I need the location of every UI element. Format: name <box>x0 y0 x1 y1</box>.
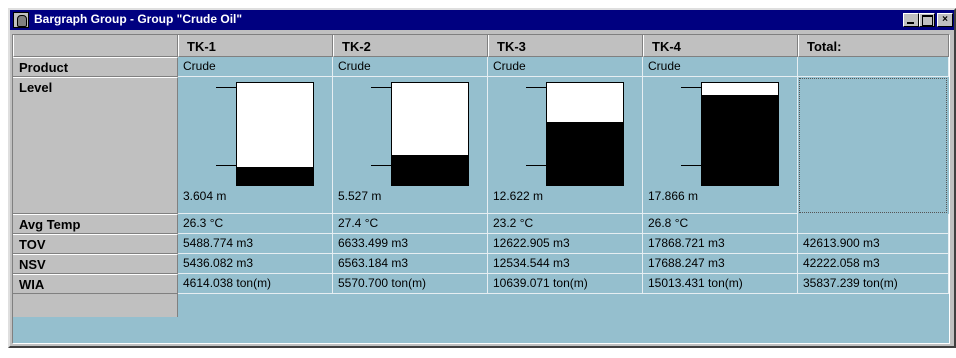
avg-temp-cell-tk1[interactable]: 26.3 °C <box>178 214 333 234</box>
column-header-tk2[interactable]: TK-2 <box>333 35 488 57</box>
inlet-pipe-top <box>371 87 391 88</box>
tank-gauge <box>391 82 469 186</box>
column-header-tk3[interactable]: TK-3 <box>488 35 643 57</box>
row-header-product: Product <box>13 57 178 77</box>
row-header-tov: TOV <box>13 234 178 254</box>
product-cell-total[interactable] <box>798 57 949 77</box>
bargraph-window: Bargraph Group - Group "Crude Oil" × TK-… <box>8 8 956 348</box>
nsv-cell-tk4[interactable]: 17688.247 m3 <box>643 254 798 274</box>
nsv-cell-tk3[interactable]: 12534.544 m3 <box>488 254 643 274</box>
tank-gauge <box>236 82 314 186</box>
bargraph-grid: TK-1 TK-2 TK-3 TK-4 Total: Product Level… <box>12 34 950 344</box>
tank-level-fill <box>392 155 468 185</box>
inlet-pipe-top <box>216 87 236 88</box>
minimize-button[interactable] <box>903 13 919 27</box>
level-cell-tk2[interactable]: 5.527 m <box>333 77 488 214</box>
tank-level-fill <box>547 121 623 185</box>
product-cell-tk3[interactable]: Crude <box>488 57 643 77</box>
product-cell-tk2[interactable]: Crude <box>333 57 488 77</box>
inlet-pipe-bottom <box>216 165 236 166</box>
tov-cell-tk1[interactable]: 5488.774 m3 <box>178 234 333 254</box>
tank-app-icon[interactable] <box>13 12 29 28</box>
avg-temp-cell-tk3[interactable]: 23.2 °C <box>488 214 643 234</box>
level-cell-tk1[interactable]: 3.604 m <box>178 77 333 214</box>
window-title: Bargraph Group - Group "Crude Oil" <box>34 12 243 26</box>
inlet-pipe-top <box>526 87 546 88</box>
inlet-pipe-top <box>681 87 701 88</box>
level-cell-tk3[interactable]: 12.622 m <box>488 77 643 214</box>
tank-level-fill <box>702 95 778 185</box>
inlet-pipe-bottom <box>681 165 701 166</box>
wia-cell-tk4[interactable]: 15013.431 ton(m) <box>643 274 798 294</box>
nsv-cell-total[interactable]: 42222.058 m3 <box>798 254 949 274</box>
nsv-cell-tk1[interactable]: 5436.082 m3 <box>178 254 333 274</box>
avg-temp-cell-tk4[interactable]: 26.8 °C <box>643 214 798 234</box>
column-header-tk4[interactable]: TK-4 <box>643 35 798 57</box>
corner-header <box>13 35 178 57</box>
avg-temp-cell-tk2[interactable]: 27.4 °C <box>333 214 488 234</box>
inlet-pipe-bottom <box>526 165 546 166</box>
level-cell-tk4[interactable]: 17.866 m <box>643 77 798 214</box>
level-cell-total[interactable] <box>799 78 947 213</box>
nsv-cell-tk2[interactable]: 6563.184 m3 <box>333 254 488 274</box>
wia-cell-tk3[interactable]: 10639.071 ton(m) <box>488 274 643 294</box>
title-bar[interactable]: Bargraph Group - Group "Crude Oil" × <box>10 10 954 30</box>
column-header-tk1[interactable]: TK-1 <box>178 35 333 57</box>
inlet-pipe-bottom <box>371 165 391 166</box>
wia-cell-tk1[interactable]: 4614.038 ton(m) <box>178 274 333 294</box>
level-value: 5.527 m <box>338 189 382 203</box>
column-header-total[interactable]: Total: <box>798 35 949 57</box>
row-header-nsv: NSV <box>13 254 178 274</box>
tank-gauge <box>701 82 779 186</box>
close-button[interactable]: × <box>937 13 953 27</box>
tank-level-fill <box>237 166 313 185</box>
row-header-wia: WIA <box>13 274 178 294</box>
tov-cell-tk2[interactable]: 6633.499 m3 <box>333 234 488 254</box>
maximize-button[interactable] <box>919 13 935 27</box>
product-cell-tk4[interactable]: Crude <box>643 57 798 77</box>
row-header-filler <box>13 294 178 317</box>
level-value: 17.866 m <box>648 189 699 203</box>
level-value: 3.604 m <box>183 189 227 203</box>
avg-temp-cell-total[interactable] <box>798 214 949 234</box>
tov-cell-total[interactable]: 42613.900 m3 <box>798 234 949 254</box>
wia-cell-total[interactable]: 35837.239 ton(m) <box>798 274 949 294</box>
level-value: 12.622 m <box>493 189 544 203</box>
row-header-level: Level <box>13 77 178 214</box>
tov-cell-tk4[interactable]: 17868.721 m3 <box>643 234 798 254</box>
tank-gauge <box>546 82 624 186</box>
row-header-avg-temp: Avg Temp <box>13 214 178 234</box>
wia-cell-tk2[interactable]: 5570.700 ton(m) <box>333 274 488 294</box>
product-cell-tk1[interactable]: Crude <box>178 57 333 77</box>
tov-cell-tk3[interactable]: 12622.905 m3 <box>488 234 643 254</box>
